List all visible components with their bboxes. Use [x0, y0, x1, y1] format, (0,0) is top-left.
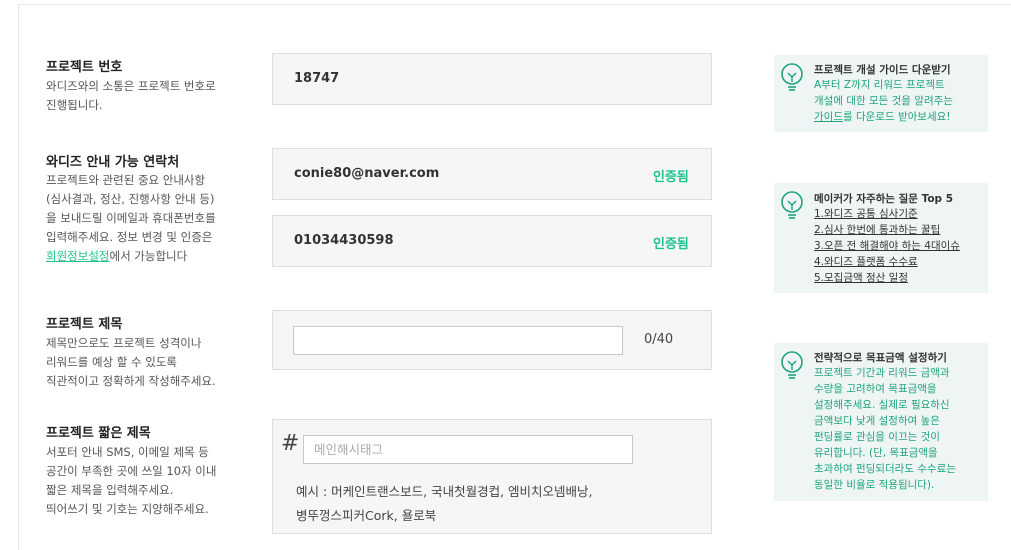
tip-line: 설정해주세요. 실제로 필요하신 [814, 399, 950, 411]
tip-line: 수량을 고려하여 목표금액을 [814, 383, 937, 395]
desc-line: (심사결과, 정산, 진행사항 안내 등) [46, 192, 215, 206]
tip-line: 프로젝트 기간과 리워드 금액과 [814, 367, 950, 379]
tip-line: 동일한 비율로 적용됩니다). [814, 479, 935, 491]
contact-title: 와디즈 안내 가능 연락처 [46, 155, 180, 170]
goal-tip-title: 전략적으로 목표금액 설정하기 [814, 352, 947, 364]
desc-line: 와디즈와의 소통은 프로젝트 번호로 [46, 79, 216, 93]
title-char-counter: 0/40 [644, 332, 674, 347]
tip-line: 금액보다 낮게 설정하여 높은 [814, 415, 940, 427]
tip-line: A부터 Z까지 리워드 프로젝트 [814, 79, 945, 91]
faq-item[interactable]: 5.모집금액 정산 일정 [814, 270, 960, 286]
guide-download-link[interactable]: 가이드 [814, 111, 843, 123]
faq-list: 1.와디즈 공통 심사기준 2.심사 한번에 통과하는 꿀팁 3.오픈 전 해결… [814, 206, 960, 286]
desc-line: 공간이 부족한 곳에 쓰일 10자 이내 [46, 464, 217, 478]
faq-link[interactable]: 5.모집금액 정산 일정 [814, 272, 908, 284]
faq-link[interactable]: 2.심사 한번에 통과하는 꿀팁 [814, 224, 940, 236]
project-title-desc: 제목만으로도 프로젝트 성격이나 리워드를 예상 할 수 있도록 직관적이고 정… [46, 334, 216, 391]
hash-icon: # [281, 431, 300, 456]
lightbulb-icon [781, 351, 803, 379]
desc-line: 진행됩니다. [46, 98, 103, 112]
goal-tip-body: 프로젝트 기간과 리워드 금액과 수량을 고려하여 목표금액을 설정해주세요. … [814, 365, 956, 493]
desc-line: 리워드를 예상 할 수 있도록 [46, 355, 178, 369]
project-number-value: 18747 [294, 71, 340, 86]
desc-line: 짧은 제목을 입력해주세요. [46, 483, 174, 497]
example-line: 예시 : 머케인트랜스보드, 국내첫월경컵, 엠비치오넴배낭, [296, 484, 593, 499]
email-box: conie80@naver.com 인증됨 [272, 148, 712, 200]
email-value: conie80@naver.com [294, 166, 440, 181]
tip-line: 펀딩률로 관심을 이끄는 것이 [814, 431, 940, 443]
tip-line: 개설에 대한 모든 것을 알려주는 [814, 95, 953, 107]
lightbulb-icon [781, 191, 803, 219]
faq-item[interactable]: 3.오픈 전 해결해야 하는 4대이슈 [814, 238, 960, 254]
phone-value: 01034430598 [294, 233, 394, 248]
faq-tip-title: 메이커가 자주하는 질문 Top 5 [814, 193, 954, 205]
goal-tip-card: 전략적으로 목표금액 설정하기 프로젝트 기간과 리워드 금액과 수량을 고려하… [774, 343, 988, 501]
desc-line: 입력해주세요. 정보 변경 및 인증은 [46, 230, 213, 244]
guide-tip-title: 프로젝트 개설 가이드 다운받기 [814, 64, 951, 76]
desc-line: 제목만으로도 프로젝트 성격이나 [46, 336, 202, 350]
project-title-input[interactable] [293, 326, 623, 355]
desc-line: 회원정보설정에서 가능합니다 [46, 247, 216, 266]
tip-line: 초과하여 펀딩되더라도 수수료는 [814, 463, 956, 475]
faq-link[interactable]: 3.오픈 전 해결해야 하는 4대이슈 [814, 240, 960, 252]
faq-item[interactable]: 4.와디즈 플랫폼 수수료 [814, 254, 960, 270]
faq-item[interactable]: 2.심사 한번에 통과하는 꿀팁 [814, 222, 960, 238]
project-number-desc: 와디즈와의 소통은 프로젝트 번호로 진행됩니다. [46, 77, 216, 115]
faq-tip-card: 메이커가 자주하는 질문 Top 5 1.와디즈 공통 심사기준 2.심사 한번… [774, 183, 988, 293]
desc-line: 을 보내드릴 이메일과 휴대폰번호를 [46, 211, 216, 225]
project-number-title: 프로젝트 번호 [46, 60, 123, 75]
tip-line: 가이드를 다운로드 받아보세요! [814, 109, 953, 125]
desc-text: 에서 가능합니다 [109, 249, 188, 263]
faq-link[interactable]: 4.와디즈 플랫폼 수수료 [814, 256, 918, 268]
email-verified-badge: 인증됨 [653, 170, 689, 185]
short-title-input[interactable] [303, 435, 633, 464]
phone-verified-badge: 인증됨 [653, 237, 689, 252]
tip-line: 유리합니다. (단, 목표금액을 [814, 447, 938, 459]
desc-line: 띄어쓰기 및 기호는 지양해주세요. [46, 502, 209, 516]
contact-desc: 프로젝트와 관련된 중요 안내사항 (심사결과, 정산, 진행사항 안내 등) … [46, 171, 216, 266]
faq-item[interactable]: 1.와디즈 공통 심사기준 [814, 206, 960, 222]
short-title-desc: 서포터 안내 SMS, 이메일 제목 등 공간이 부족한 곳에 쓰일 10자 이… [46, 443, 216, 519]
member-settings-link[interactable]: 회원정보설정 [46, 249, 109, 263]
example-line: 병뚜껑스피커Cork, 욜로북 [296, 508, 437, 523]
guide-tip-card: 프로젝트 개설 가이드 다운받기 A부터 Z까지 리워드 프로젝트 개설에 대한… [774, 55, 988, 132]
short-title-box: # 예시 : 머케인트랜스보드, 국내첫월경컵, 엠비치오넴배낭, 병뚜껑스피커… [272, 419, 712, 534]
guide-tip-body: A부터 Z까지 리워드 프로젝트 개설에 대한 모든 것을 알려주는 가이드를 … [814, 77, 953, 125]
phone-box: 01034430598 인증됨 [272, 215, 712, 267]
desc-line: 프로젝트와 관련된 중요 안내사항 [46, 173, 206, 187]
short-title-example: 예시 : 머케인트랜스보드, 국내첫월경컵, 엠비치오넴배낭, 병뚜껑스피커Co… [296, 480, 593, 528]
tip-text: 를 다운로드 받아보세요! [842, 111, 951, 123]
faq-link[interactable]: 1.와디즈 공통 심사기준 [814, 208, 918, 220]
lightbulb-icon [781, 63, 803, 91]
project-title-box: 0/40 [272, 310, 712, 370]
project-number-box: 18747 [272, 53, 712, 105]
short-title-label: 프로젝트 짧은 제목 [46, 426, 151, 441]
project-title-label: 프로젝트 제목 [46, 317, 123, 332]
desc-line: 서포터 안내 SMS, 이메일 제목 등 [46, 445, 209, 459]
desc-line: 직관적이고 정확하게 작성해주세요. [46, 374, 216, 388]
